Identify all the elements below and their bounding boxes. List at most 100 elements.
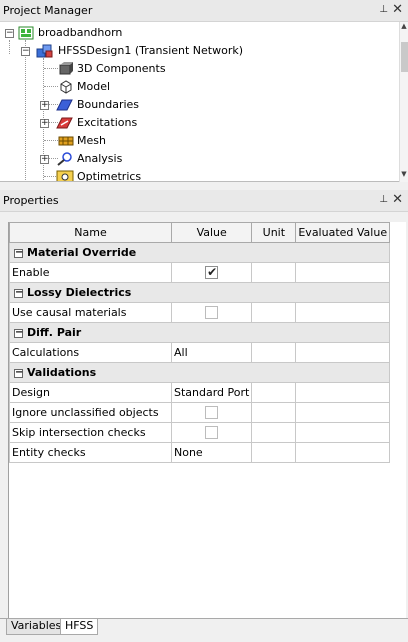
group-title: Validations bbox=[27, 366, 97, 379]
ignore-unclassified-checkbox[interactable] bbox=[205, 406, 219, 420]
tab-variables[interactable]: Variables bbox=[6, 619, 67, 635]
project-manager-title: Project Manager bbox=[3, 4, 93, 17]
property-evaluated bbox=[295, 382, 391, 403]
tree-item-optimetrics[interactable]: Optimetrics bbox=[0, 168, 400, 182]
property-unit bbox=[251, 442, 297, 463]
collapse-icon[interactable]: − bbox=[14, 327, 23, 338]
tab-hfss[interactable]: HFSS bbox=[60, 619, 99, 635]
close-icon[interactable]: ✕ bbox=[392, 2, 403, 17]
property-value[interactable] bbox=[170, 422, 253, 443]
property-row: Use causal materials bbox=[9, 302, 391, 323]
property-unit bbox=[251, 402, 297, 423]
group-row[interactable]: − Diff. Pair bbox=[8, 322, 391, 343]
group-row[interactable]: − Material Override bbox=[8, 242, 391, 263]
tree-child-label: Boundaries bbox=[77, 98, 140, 111]
property-row: Enable ✔ bbox=[9, 262, 391, 283]
property-evaluated bbox=[295, 422, 391, 443]
tree-item-excitations[interactable]: + Excitations bbox=[0, 114, 400, 132]
tree-item-boundaries[interactable]: + Boundaries bbox=[0, 96, 400, 114]
mesh-icon bbox=[58, 134, 74, 148]
tree-child-label: Model bbox=[77, 80, 111, 93]
group-title: Lossy Dielectrics bbox=[27, 286, 132, 299]
collapse-icon[interactable]: − bbox=[14, 287, 23, 298]
property-unit bbox=[251, 342, 297, 363]
property-row: Calculations All bbox=[9, 342, 391, 363]
property-name: Enable bbox=[9, 262, 172, 283]
tree-item-root[interactable]: − broadbandhorn bbox=[0, 24, 400, 42]
collapse-icon[interactable]: − bbox=[14, 367, 23, 378]
pin-icon[interactable]: ⊥ bbox=[379, 4, 388, 15]
panel-splitter[interactable] bbox=[0, 182, 408, 190]
property-name: Ignore unclassified objects bbox=[9, 402, 172, 423]
property-unit bbox=[251, 262, 297, 283]
scroll-up-icon[interactable]: ▲ bbox=[400, 22, 408, 32]
close-icon[interactable]: ✕ bbox=[392, 192, 403, 207]
collapse-icon[interactable]: − bbox=[14, 247, 23, 258]
properties-title: Properties bbox=[3, 194, 59, 207]
tree-scrollbar[interactable]: ▲ ▼ bbox=[399, 22, 408, 182]
property-value[interactable] bbox=[170, 402, 253, 423]
tree-root-label: broadbandhorn bbox=[38, 26, 123, 39]
tree-child-label: Optimetrics bbox=[77, 170, 142, 182]
header-row: Name Value Unit Evaluated Value bbox=[9, 222, 391, 243]
property-value[interactable]: All bbox=[170, 342, 253, 363]
properties-titlebar: Properties ⊥ ✕ bbox=[0, 190, 408, 212]
column-header-evaluated[interactable]: Evaluated Value bbox=[295, 222, 391, 243]
tree-child-label: Mesh bbox=[77, 134, 106, 147]
skip-intersection-checkbox[interactable] bbox=[205, 426, 219, 440]
bottom-tab-strip: Variables HFSS bbox=[0, 618, 408, 642]
group-title: Diff. Pair bbox=[27, 326, 82, 339]
tree-item-mesh[interactable]: Mesh bbox=[0, 132, 400, 150]
pin-icon[interactable]: ⊥ bbox=[379, 194, 388, 205]
causal-materials-checkbox[interactable] bbox=[205, 306, 219, 320]
property-name: Design bbox=[9, 382, 172, 403]
scroll-down-icon[interactable]: ▼ bbox=[400, 170, 408, 180]
column-header-value[interactable]: Value bbox=[170, 222, 253, 243]
boundaries-icon bbox=[56, 98, 73, 112]
property-row: Skip intersection checks bbox=[9, 422, 391, 443]
components-icon bbox=[58, 62, 74, 76]
tree-item-analysis[interactable]: + Analysis bbox=[0, 150, 400, 168]
property-unit bbox=[251, 382, 297, 403]
property-name: Entity checks bbox=[9, 442, 172, 463]
tree-child-label: Analysis bbox=[77, 152, 123, 165]
property-grid: Name Value Unit Evaluated Value − Materia… bbox=[8, 222, 406, 618]
scrollbar-thumb[interactable] bbox=[401, 42, 408, 72]
properties-panel: Name Value Unit Evaluated Value − Materia… bbox=[0, 212, 408, 618]
enable-checkbox[interactable]: ✔ bbox=[205, 265, 219, 280]
tree-item-design[interactable]: − HFSSDesign1 (Transient Network) bbox=[0, 42, 400, 60]
property-unit bbox=[251, 302, 297, 323]
tree-child-label: 3D Components bbox=[77, 62, 166, 75]
group-row[interactable]: − Validations bbox=[8, 362, 391, 383]
excitations-icon bbox=[56, 116, 73, 130]
property-value[interactable]: Standard Port bbox=[170, 382, 253, 403]
expand-icon[interactable]: + bbox=[40, 155, 49, 164]
project-icon bbox=[18, 26, 34, 40]
expand-icon[interactable]: + bbox=[40, 101, 49, 110]
property-evaluated bbox=[295, 442, 391, 463]
collapse-icon[interactable]: − bbox=[5, 29, 14, 38]
tree-design-label: HFSSDesign1 (Transient Network) bbox=[58, 44, 244, 57]
property-evaluated bbox=[295, 302, 391, 323]
group-row[interactable]: − Lossy Dielectrics bbox=[8, 282, 391, 303]
property-evaluated bbox=[295, 342, 391, 363]
tree-item-3d-components[interactable]: 3D Components bbox=[0, 60, 400, 78]
property-name: Skip intersection checks bbox=[9, 422, 172, 443]
property-value[interactable]: None bbox=[170, 442, 253, 463]
property-row: Entity checks None bbox=[9, 442, 391, 463]
tree-child-label: Excitations bbox=[77, 116, 138, 129]
column-header-name[interactable]: Name bbox=[9, 222, 172, 243]
property-value[interactable] bbox=[170, 302, 253, 323]
project-tree: − broadbandhorn − HFSSDesign1 (Transient… bbox=[0, 22, 408, 182]
collapse-icon[interactable]: − bbox=[21, 47, 30, 56]
column-header-unit[interactable]: Unit bbox=[251, 222, 297, 243]
property-evaluated bbox=[295, 402, 391, 423]
expand-icon[interactable]: + bbox=[40, 119, 49, 128]
property-value[interactable]: ✔ bbox=[170, 262, 253, 283]
property-row: Ignore unclassified objects bbox=[9, 402, 391, 423]
property-unit bbox=[251, 422, 297, 443]
tree-item-model[interactable]: Model bbox=[0, 78, 400, 96]
property-name: Calculations bbox=[9, 342, 172, 363]
property-table: Name Value Unit Evaluated Value − Materia… bbox=[8, 222, 391, 463]
optimetrics-icon bbox=[56, 170, 74, 181]
